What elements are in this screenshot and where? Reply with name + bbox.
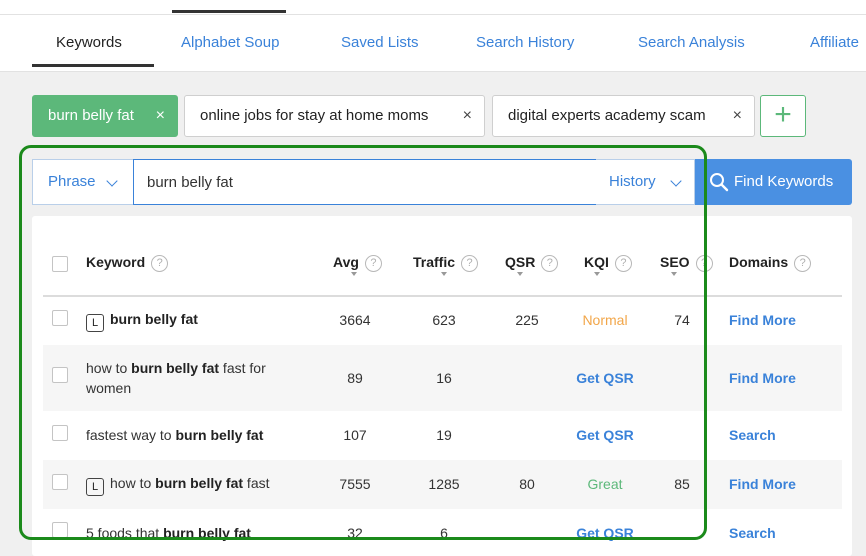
keyword-search-input[interactable]	[133, 159, 597, 205]
header-label: KQI	[584, 254, 609, 270]
find-keywords-button[interactable]: Find Keywords	[695, 159, 852, 205]
avg-cell: 32	[347, 525, 363, 541]
search-link[interactable]: Search	[729, 525, 776, 541]
traffic-cell: 16	[436, 370, 452, 386]
help-icon[interactable]: ?	[541, 255, 559, 272]
keyword-cell: fastest way to burn belly fat	[86, 427, 264, 443]
select-all-checkbox[interactable]	[52, 256, 68, 272]
close-icon[interactable]: ×	[733, 96, 742, 136]
sort-icon[interactable]	[594, 272, 600, 276]
header-label: Domains	[729, 254, 789, 270]
tab-bar: Keywords Alphabet Soup Saved Lists Searc…	[0, 15, 866, 72]
avg-cell: 89	[347, 370, 363, 386]
row-checkbox[interactable]	[52, 310, 68, 326]
help-icon[interactable]: ?	[614, 255, 632, 272]
sort-icon[interactable]	[517, 272, 523, 276]
row-checkbox[interactable]	[52, 474, 68, 490]
help-icon[interactable]: ?	[151, 255, 169, 272]
help-icon[interactable]: ?	[461, 255, 479, 272]
tab-search-analysis[interactable]: Search Analysis	[638, 15, 745, 70]
qsr-cell: 80	[519, 476, 535, 492]
header-label: Keyword	[86, 254, 146, 270]
chevron-down-icon	[106, 175, 118, 187]
chip-online-jobs[interactable]: online jobs for stay at home moms ×	[184, 95, 485, 137]
get-qsr-link[interactable]: Get QSR	[565, 427, 645, 443]
close-icon[interactable]: ×	[463, 96, 472, 136]
keyword-cell: Lburn belly fat	[86, 309, 198, 332]
chip-label: digital experts academy scam	[508, 107, 706, 124]
phrase-label: Phrase	[48, 173, 96, 190]
traffic-cell: 623	[432, 312, 456, 328]
search-icon	[710, 173, 729, 192]
row-checkbox[interactable]	[52, 522, 68, 538]
chevron-down-icon	[670, 175, 682, 187]
tab-search-history[interactable]: Search History	[476, 15, 574, 70]
help-icon[interactable]: ?	[695, 255, 713, 272]
sort-icon[interactable]	[671, 272, 677, 276]
find-more-link[interactable]: Find More	[729, 476, 796, 492]
history-dropdown[interactable]: History	[596, 159, 695, 205]
header-label: Traffic	[413, 254, 456, 270]
header-seo[interactable]: SEO?	[660, 254, 713, 272]
header-label: SEO	[660, 254, 690, 270]
phrase-dropdown[interactable]: Phrase	[32, 159, 134, 205]
seo-cell: 74	[674, 312, 690, 328]
header-kqi[interactable]: KQI?	[584, 254, 632, 272]
header-keyword[interactable]: Keyword?	[86, 254, 169, 272]
find-keywords-label: Find Keywords	[734, 173, 834, 190]
header-traffic[interactable]: Traffic?	[413, 254, 479, 272]
traffic-cell: 6	[440, 525, 448, 541]
row-checkbox[interactable]	[52, 367, 68, 383]
header-qsr[interactable]: QSR?	[505, 254, 559, 272]
tab-keywords[interactable]: Keywords	[32, 15, 154, 67]
header-label: Avg	[333, 254, 359, 270]
get-qsr-link[interactable]: Get QSR	[565, 525, 645, 541]
qsr-cell: 225	[515, 312, 539, 328]
kqi-badge: Normal	[582, 312, 628, 328]
help-icon[interactable]: ?	[364, 255, 382, 272]
avg-cell: 107	[343, 427, 367, 443]
keyword-cell: Lhow to burn belly fat fast	[86, 473, 270, 496]
get-qsr-link[interactable]: Get QSR	[565, 370, 645, 386]
traffic-cell: 19	[436, 427, 452, 443]
l-badge-icon: L	[86, 478, 104, 496]
top-strip-indicator	[172, 10, 286, 13]
find-more-link[interactable]: Find More	[729, 312, 796, 328]
avg-cell: 3664	[339, 312, 371, 328]
keyword-cell: 5 foods that burn belly fat	[86, 525, 251, 541]
sort-icon[interactable]	[351, 272, 357, 276]
tab-affiliate[interactable]: Affiliate	[810, 15, 859, 70]
header-label: QSR	[505, 254, 536, 270]
chip-label: online jobs for stay at home moms	[200, 107, 429, 124]
header-avg[interactable]: Avg?	[333, 254, 382, 272]
traffic-cell: 1285	[428, 476, 460, 492]
add-keyword-button[interactable]: +	[760, 95, 806, 137]
header-domains[interactable]: Domains?	[729, 254, 812, 272]
plus-icon: +	[774, 98, 792, 131]
help-icon[interactable]: ?	[794, 255, 812, 272]
chip-label: burn belly fat	[48, 107, 134, 124]
l-badge-icon: L	[86, 314, 104, 332]
chip-burn-belly-fat[interactable]: burn belly fat ×	[32, 95, 178, 137]
close-icon[interactable]: ×	[156, 96, 165, 136]
tab-saved-lists[interactable]: Saved Lists	[341, 15, 419, 70]
kqi-badge: Great	[587, 476, 623, 492]
history-label: History	[609, 173, 656, 190]
seo-cell: 85	[674, 476, 690, 492]
top-strip	[0, 0, 866, 15]
keyword-cell: how to burn belly fat fast for women	[86, 360, 266, 396]
find-more-link[interactable]: Find More	[729, 370, 796, 386]
avg-cell: 7555	[339, 476, 371, 492]
row-checkbox[interactable]	[52, 425, 68, 441]
chip-digital-experts[interactable]: digital experts academy scam ×	[492, 95, 755, 137]
search-link[interactable]: Search	[729, 427, 776, 443]
tab-alphabet-soup[interactable]: Alphabet Soup	[181, 15, 279, 70]
sort-icon[interactable]	[441, 272, 447, 276]
